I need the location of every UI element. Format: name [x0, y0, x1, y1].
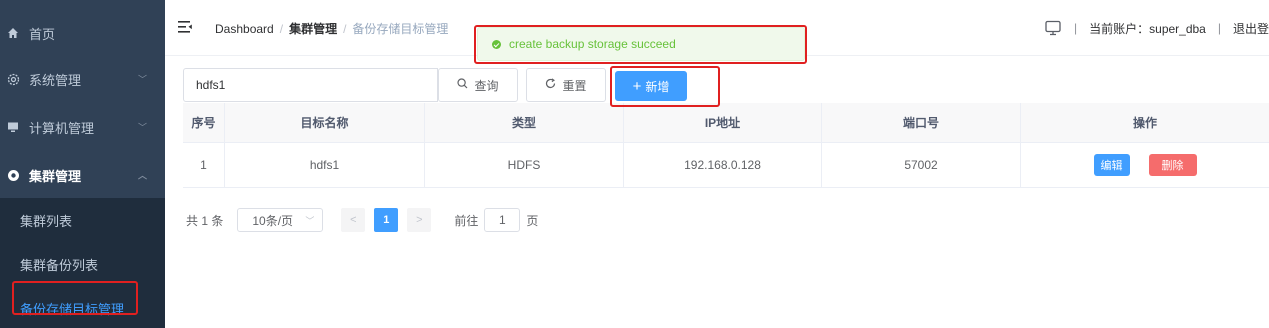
breadcrumb-separator: / [343, 22, 347, 36]
cell-port: 57002 [822, 143, 1021, 187]
sidebar-subitem-cluster-list[interactable]: 集群列表 [0, 198, 165, 242]
sidebar-subitem-label: 备份存储目标管理 [20, 301, 125, 317]
sidebar-item-home[interactable]: 首页 [0, 8, 165, 58]
pagination: 共 1 条 10条/页 ﹀ < 1 > 前往 1 页 [186, 208, 538, 232]
reset-button-label: 重置 [562, 78, 587, 93]
success-check-icon [492, 39, 501, 49]
column-header: 端口号 [822, 103, 1021, 142]
chevron-down-icon: ﹀ [137, 74, 147, 85]
sidebar-item-label: 计算机管理 [29, 120, 95, 136]
sidebar-subitem-cluster-backup-list[interactable]: 集群备份列表 [0, 242, 165, 286]
app-root: 首页 系统管理 ﹀ 计算机管理 ﹀ 集群管理 ︿ 集群列表 集群备份列表 备份存… [0, 0, 1269, 328]
pagination-total: 共 1 条 [186, 213, 224, 228]
divider: | [1217, 21, 1221, 35]
edit-button[interactable]: 编辑 [1093, 154, 1130, 176]
page-jumper: 前往 1 页 [454, 208, 538, 232]
breadcrumb-separator: / [279, 22, 284, 36]
goto-label: 前往 [454, 213, 479, 228]
table-row: 1 hdfs1 HDFS 192.168.0.128 57002 编辑 删除 [183, 143, 1269, 188]
storage-target-table: 序号 目标名称 类型 IP地址 端口号 操作 1 hdfs1 HDFS 192.… [183, 103, 1269, 188]
breadcrumb-item-cluster[interactable]: 集群管理 [289, 22, 337, 36]
sidebar-item-label: 系统管理 [29, 72, 82, 88]
add-button[interactable]: + 新增 [615, 71, 687, 101]
query-button-label: 查询 [474, 78, 499, 93]
table-header-row: 序号 目标名称 类型 IP地址 端口号 操作 [183, 103, 1269, 143]
sidebar: 首页 系统管理 ﹀ 计算机管理 ﹀ 集群管理 ︿ 集群列表 集群备份列表 备份存… [0, 0, 165, 328]
divider: | [1074, 21, 1078, 35]
toast-message: create backup storage succeed [509, 37, 676, 51]
cell-actions: 编辑 删除 [1021, 143, 1269, 187]
gear-icon [6, 72, 20, 86]
breadcrumb-item-current: 备份存储目标管理 [352, 22, 449, 36]
home-icon [6, 26, 20, 40]
refresh-icon [545, 78, 556, 92]
page-number-button[interactable]: 1 [374, 208, 399, 232]
sidebar-item-label: 集群管理 [29, 168, 82, 184]
sidebar-item-label: 首页 [29, 26, 56, 42]
logout-link[interactable]: 退出登 [1233, 20, 1269, 37]
cluster-submenu: 集群列表 集群备份列表 备份存储目标管理 [0, 198, 165, 328]
cell-type: HDFS [425, 143, 624, 187]
column-header: 类型 [425, 103, 624, 142]
page-size-value: 10条/页 [252, 213, 294, 228]
monitor-icon [6, 120, 20, 134]
sidebar-item-system[interactable]: 系统管理 ﹀ [0, 54, 165, 104]
cell-ip: 192.168.0.128 [624, 143, 822, 187]
sidebar-subitem-label: 集群备份列表 [20, 257, 99, 273]
next-page-button[interactable]: > [407, 208, 432, 232]
reset-button[interactable]: 重置 [526, 68, 606, 102]
hamburger-icon[interactable] [178, 21, 192, 33]
chevron-down-icon: ﹀ [305, 215, 315, 226]
success-toast: create backup storage succeed [477, 27, 805, 61]
column-header: IP地址 [624, 103, 822, 142]
goto-page-input[interactable]: 1 [484, 208, 521, 232]
add-button-label: 新增 [645, 79, 670, 94]
sidebar-subitem-label: 集群列表 [20, 213, 73, 229]
page-size-select[interactable]: 10条/页 ﹀ [237, 208, 324, 232]
sidebar-item-computer[interactable]: 计算机管理 ﹀ [0, 102, 165, 152]
column-header: 序号 [183, 103, 225, 142]
cell-index: 1 [183, 143, 225, 187]
chevron-up-icon: ︿ [137, 170, 147, 181]
screen-icon[interactable] [1044, 20, 1062, 36]
search-input[interactable]: hdfs1 [183, 68, 438, 102]
navbar-right-menu: | 当前账户：super_dba | 退出登 [1044, 18, 1269, 38]
delete-button[interactable]: 删除 [1148, 154, 1197, 176]
column-header: 操作 [1132, 116, 1157, 130]
sidebar-item-cluster[interactable]: 集群管理 ︿ [0, 150, 165, 200]
page-suffix-label: 页 [526, 213, 539, 228]
search-icon [457, 78, 468, 92]
chevron-down-icon: ﹀ [137, 122, 147, 133]
breadcrumb: Dashboard / 集群管理 / 备份存储目标管理 [215, 20, 448, 37]
sidebar-subitem-backup-storage[interactable]: 备份存储目标管理 [0, 286, 165, 328]
plus-icon: + [632, 77, 642, 95]
column-header: 目标名称 [225, 103, 425, 142]
cell-name: hdfs1 [225, 143, 425, 187]
query-button[interactable]: 查询 [438, 68, 518, 102]
cluster-icon [6, 168, 20, 182]
prev-page-button[interactable]: < [341, 208, 366, 232]
account-label: 当前账户：super_dba [1089, 21, 1206, 36]
breadcrumb-item-dashboard[interactable]: Dashboard [215, 22, 274, 36]
